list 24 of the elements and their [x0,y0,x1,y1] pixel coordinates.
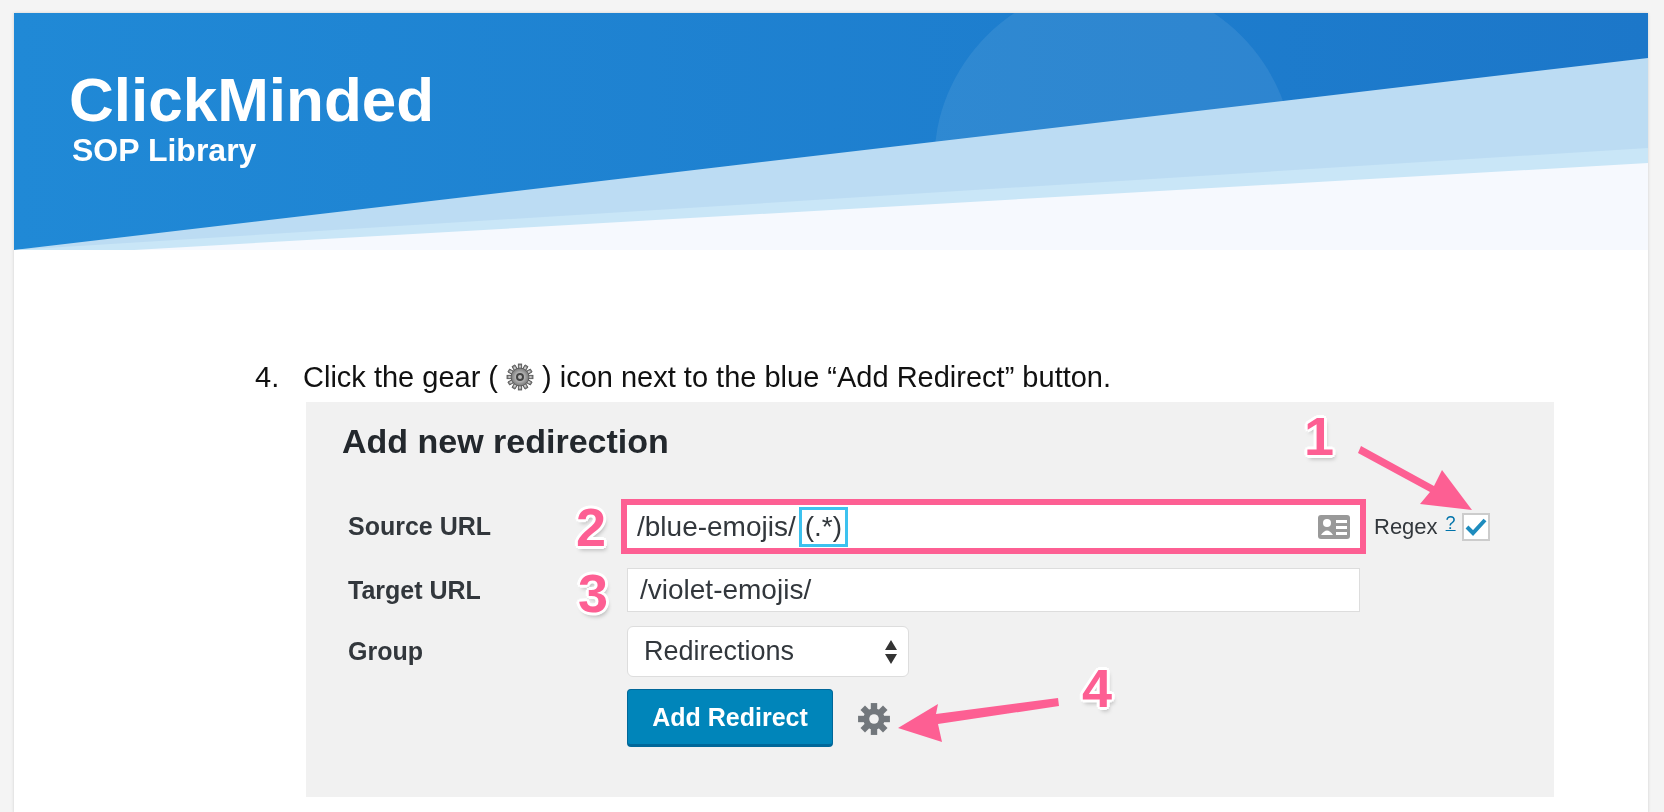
url-field[interactable]: /blue-emojis/ (.*) [621,499,1366,554]
gear-icon[interactable] [857,702,891,736]
step-text: ) icon next to the blue “Add Redirect” button. [542,360,1112,394]
help-link[interactable]: ? [1445,513,1456,534]
logo-subtitle: SOP Library [72,132,257,168]
contact-card-icon[interactable] [1318,514,1350,539]
group-select[interactable]: Redirections [627,626,909,677]
url-field[interactable]: /violet-emojis/ [627,568,1360,612]
field-label: Source URL [348,512,492,541]
callout-number: 1 [1304,408,1335,464]
field-label: Target URL [348,575,481,605]
callout-number: 4 [1082,660,1113,716]
callout-number: 3 [578,565,609,621]
gear-icon [506,363,534,391]
regex-label: Regex [1374,513,1438,540]
updown-arrows-icon [884,638,898,665]
add-redirect-button[interactable]: Add Redirect [627,689,833,747]
callout-number: 2 [576,499,607,555]
step-text: Click the gear ( [303,360,498,394]
field-label: Group [348,637,423,666]
list-number: 4. [255,360,281,394]
panel-title: Add new redirection [342,422,669,461]
regex-checkbox[interactable] [1461,512,1490,541]
logo-text: ClickMinded [69,68,435,132]
